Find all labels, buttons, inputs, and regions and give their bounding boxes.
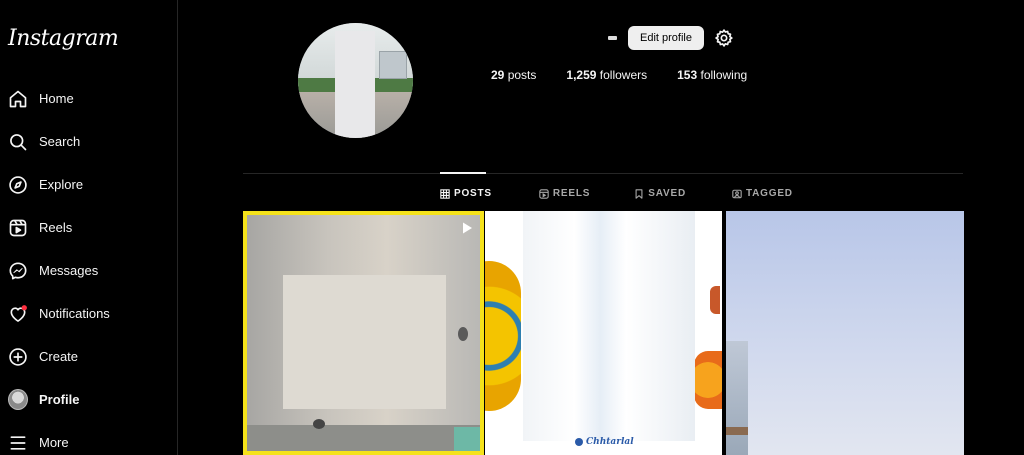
blurred-region xyxy=(283,275,446,409)
sidebar: Instagram Home Search Explore Reels Mess… xyxy=(0,0,178,455)
profile-tabs: POSTS REELS SAVED TAGGED xyxy=(440,188,793,199)
active-tab-indicator xyxy=(440,172,486,174)
home-icon xyxy=(8,89,28,109)
grid-icon xyxy=(440,188,450,199)
tab-label: POSTS xyxy=(454,188,492,199)
sidebar-item-label: Explore xyxy=(39,177,84,192)
sidebar-item-notifications[interactable]: Notifications xyxy=(0,292,178,335)
blurred-region xyxy=(523,211,695,441)
tab-reels[interactable]: REELS xyxy=(539,188,590,199)
sidebar-item-search[interactable]: Search xyxy=(0,120,178,163)
tab-tagged[interactable]: TAGGED xyxy=(732,188,793,199)
instagram-logo[interactable]: Instagram xyxy=(8,26,119,51)
edit-profile-button[interactable]: Edit profile xyxy=(628,26,704,50)
sidebar-item-messages[interactable]: Messages xyxy=(0,249,178,292)
sidebar-nav: Home Search Explore Reels Messages Notif… xyxy=(0,77,178,455)
posts-stat: 29 posts xyxy=(491,68,536,82)
sidebar-item-more[interactable]: More xyxy=(0,421,178,455)
reel-play-icon xyxy=(463,222,472,234)
sidebar-item-label: Reels xyxy=(39,220,73,235)
followers-count: 1,259 xyxy=(566,68,597,82)
sidebar-item-explore[interactable]: Explore xyxy=(0,163,178,206)
posts-count: 29 xyxy=(491,68,505,82)
following-count: 153 xyxy=(677,68,698,82)
sidebar-item-label: Profile xyxy=(39,392,80,407)
following-label: following xyxy=(700,68,748,82)
reels-icon xyxy=(8,218,28,238)
sidebar-item-profile[interactable]: Profile xyxy=(0,378,178,421)
sidebar-item-label: Search xyxy=(39,134,81,149)
bookmark-icon xyxy=(635,188,643,199)
tab-saved[interactable]: SAVED xyxy=(634,188,686,199)
profile-avatar-small xyxy=(8,389,28,410)
hamburger-icon xyxy=(8,433,28,453)
tab-posts[interactable]: POSTS xyxy=(440,188,492,199)
profile-stats: 29 posts 1,259 followers 153 following xyxy=(491,68,777,82)
following-stat[interactable]: 153 following xyxy=(677,68,747,82)
sidebar-item-create[interactable]: Create xyxy=(0,335,178,378)
profile-actions-row: Edit profile xyxy=(608,26,734,50)
search-icon xyxy=(8,132,28,152)
heart-icon xyxy=(8,304,28,324)
sidebar-item-label: Home xyxy=(39,91,74,106)
sidebar-item-label: More xyxy=(39,435,69,450)
compass-icon xyxy=(8,175,28,195)
sidebar-item-reels[interactable]: Reels xyxy=(0,206,178,249)
followers-label: followers xyxy=(599,68,648,82)
tag-icon xyxy=(732,189,742,198)
gear-icon[interactable] xyxy=(714,28,734,48)
avatar xyxy=(8,389,28,410)
posts-label: posts xyxy=(507,68,537,82)
blurred-person xyxy=(335,31,375,138)
tab-label: TAGGED xyxy=(745,188,793,199)
sidebar-item-home[interactable]: Home xyxy=(0,77,178,120)
followers-stat[interactable]: 1,259 followers xyxy=(566,68,647,82)
post-tile-2[interactable]: Chhtarlal xyxy=(485,211,722,455)
sidebar-item-label: Create xyxy=(39,349,79,364)
tab-label: SAVED xyxy=(648,188,686,199)
post-tile-1[interactable] xyxy=(243,211,484,455)
brand-text: Chhtarlal xyxy=(586,437,634,447)
sidebar-item-label: Messages xyxy=(39,263,99,278)
brand-watermark: Chhtarlal xyxy=(575,437,634,447)
username-redacted xyxy=(608,36,617,40)
messenger-icon xyxy=(8,261,28,281)
sidebar-item-label: Notifications xyxy=(39,306,110,321)
decorative-wheel xyxy=(485,261,521,411)
post-tile-3[interactable] xyxy=(726,211,964,455)
plus-square-icon xyxy=(8,347,28,367)
profile-picture[interactable] xyxy=(298,23,413,138)
tab-label: REELS xyxy=(552,188,591,199)
tabs-divider xyxy=(243,173,963,174)
reels-icon xyxy=(539,188,549,199)
